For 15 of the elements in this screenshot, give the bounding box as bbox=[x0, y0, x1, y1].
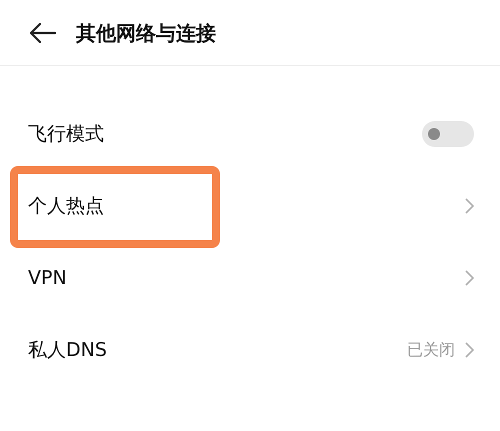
row-label: 个人热点 bbox=[28, 194, 105, 219]
settings-row[interactable]: 私人DNS 已关闭 bbox=[0, 314, 500, 386]
chevron-icon bbox=[465, 270, 474, 286]
chevron-icon bbox=[465, 198, 474, 214]
settings-row[interactable]: 飞行模式 bbox=[0, 98, 500, 170]
row-label: 飞行模式 bbox=[28, 122, 105, 147]
settings-row[interactable]: 个人热点 bbox=[0, 170, 500, 242]
page-title: 其他网络与连接 bbox=[76, 20, 216, 46]
back-icon[interactable] bbox=[30, 22, 56, 42]
row-value: 已关闭 bbox=[407, 339, 455, 361]
toggle-switch[interactable] bbox=[422, 121, 474, 147]
settings-row[interactable]: VPN bbox=[0, 242, 500, 314]
row-label: VPN bbox=[28, 266, 68, 291]
chevron-icon bbox=[465, 342, 474, 358]
row-label: 私人DNS bbox=[28, 338, 108, 363]
